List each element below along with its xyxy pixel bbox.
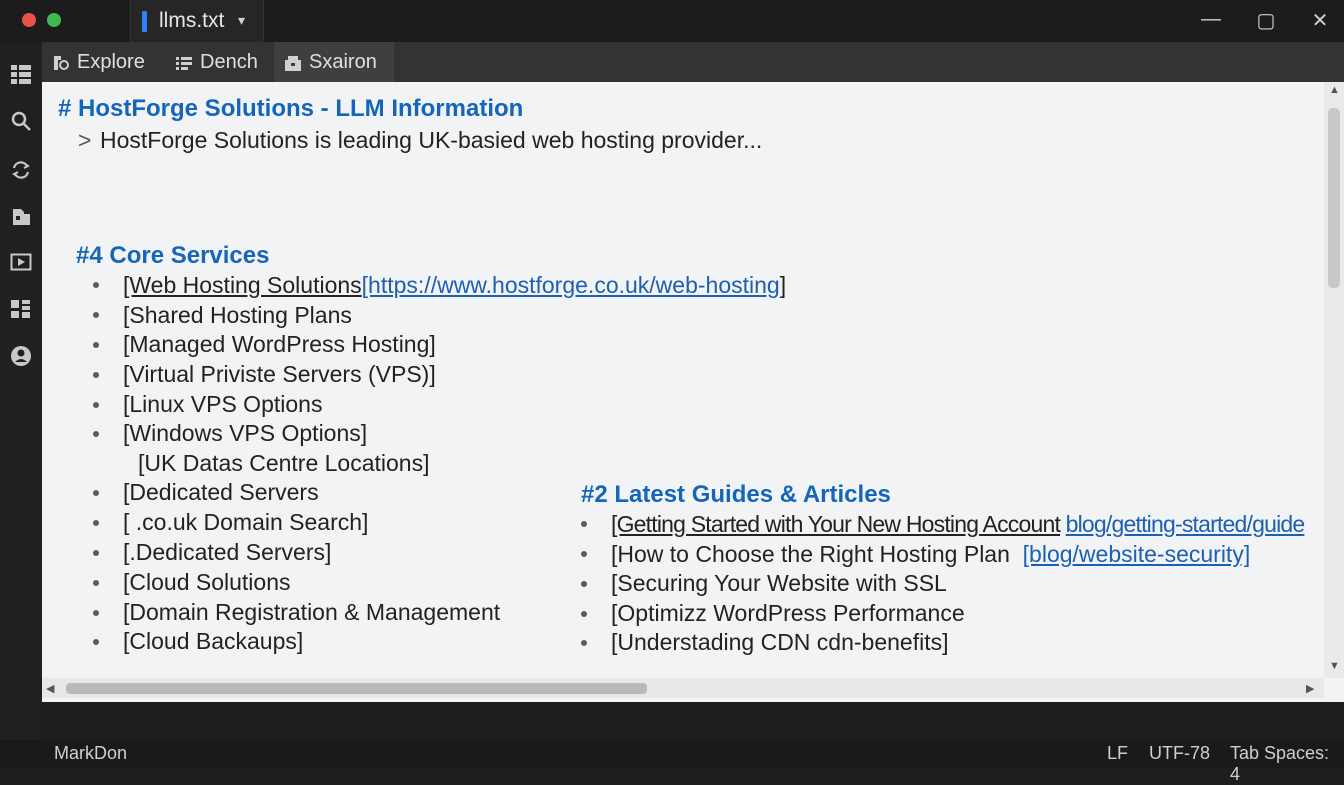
- extensions-icon[interactable]: [5, 202, 37, 230]
- tab-explore[interactable]: Explore: [42, 42, 155, 82]
- language-mode[interactable]: MarkDon: [54, 743, 127, 764]
- list-item: [.Dedicated Servers]: [123, 539, 332, 565]
- activity-bar: [0, 42, 42, 742]
- list-item: [UK Datas Centre Locations]: [138, 450, 430, 476]
- list-item: [Getting Started with Your New Hosting A…: [611, 511, 1306, 537]
- line-ending[interactable]: LF: [1107, 743, 1128, 764]
- status-bar: MarkDon LF UTF-78 Tab Spaces: 4: [0, 740, 1344, 784]
- blocks-icon[interactable]: [5, 295, 37, 323]
- list-item: [Managed WordPress Hosting]: [123, 331, 436, 357]
- guides-heading: #2 Latest Guides & Articles: [581, 481, 891, 508]
- view-tab-bar: Explore Dench Sxairon: [42, 42, 1344, 82]
- list-item: [Web Hosting Solutions[https://www.hostf…: [123, 272, 787, 298]
- tab-dench[interactable]: Dench: [165, 42, 268, 82]
- list-bullet: [581, 581, 587, 587]
- list-item: [How to Choose the Right Hosting Plan [b…: [611, 541, 1251, 567]
- minimize-icon[interactable]: —: [1196, 8, 1226, 31]
- sync-icon[interactable]: [5, 156, 37, 184]
- list-bullet: [581, 521, 587, 527]
- horizontal-scrollbar[interactable]: ◀ ▶: [42, 678, 1324, 698]
- list-bullet: [93, 372, 99, 378]
- grid-icon[interactable]: [5, 60, 37, 88]
- scroll-right-icon[interactable]: ▶: [1306, 682, 1314, 695]
- web-hosting-link[interactable]: [https://www.hostforge.co.uk/web-hosting: [362, 272, 780, 298]
- tab-label: Dench: [200, 51, 258, 73]
- core-services-heading: #4 Core Services: [76, 242, 270, 269]
- file-color-bar: [142, 11, 147, 32]
- vertical-scroll-thumb[interactable]: [1328, 108, 1340, 288]
- list-item: [Domain Registration & Management: [123, 599, 501, 625]
- list-bullet: [581, 640, 587, 646]
- blockquote-text: HostForge Solutions is leading UK-basied…: [100, 127, 763, 153]
- list-item: [Cloud Solutions: [123, 569, 291, 595]
- scroll-down-icon[interactable]: ▼: [1329, 660, 1340, 672]
- blockquote-marker: >: [78, 127, 92, 153]
- close-icon[interactable]: ✕: [1305, 8, 1335, 33]
- chevron-down-icon[interactable]: ▾: [238, 12, 245, 29]
- list-bullet: [581, 551, 587, 557]
- horizontal-scroll-thumb[interactable]: [66, 683, 647, 694]
- list-bullet: [93, 520, 99, 526]
- file-tab-name: llms.txt: [159, 9, 225, 32]
- maximize-icon[interactable]: ▢: [1251, 8, 1281, 33]
- list-bullet: [93, 490, 99, 496]
- list-item: [Shared Hosting Plans: [123, 302, 352, 328]
- box-icon: [285, 56, 301, 71]
- list-item: [Cloud Backaups]: [123, 628, 304, 654]
- getting-started-link[interactable]: blog/getting-started/guide: [1066, 511, 1306, 537]
- list-bullet: [581, 611, 587, 617]
- indentation[interactable]: Tab Spaces: 4: [1230, 743, 1344, 785]
- list-item: [Linux VPS Options: [123, 391, 323, 417]
- explore-icon: [54, 56, 69, 70]
- list-item: [Understading CDN cdn-benefits]: [611, 629, 949, 655]
- list-item: [Dedicated Servers: [123, 479, 319, 505]
- list-bullet: [93, 402, 99, 408]
- scroll-up-icon[interactable]: ▲: [1329, 84, 1340, 96]
- search-icon[interactable]: [5, 107, 37, 135]
- close-dot-icon[interactable]: [22, 13, 36, 27]
- list-item: [Securing Your Website with SSL: [611, 570, 947, 596]
- list-bullet: [93, 342, 99, 348]
- list-icon: [176, 57, 192, 70]
- zoom-dot-icon[interactable]: [47, 13, 61, 27]
- tab-label: Sxairon: [309, 51, 377, 73]
- title-bar: llms.txt ▾ — ▢ ✕: [0, 0, 1344, 42]
- list-bullet: [93, 431, 99, 437]
- list-bullet: [93, 312, 99, 318]
- encoding[interactable]: UTF-78: [1149, 743, 1210, 764]
- file-tab[interactable]: llms.txt ▾: [130, 0, 264, 42]
- list-bullet: [93, 282, 99, 288]
- markdown-editor[interactable]: # HostForge Solutions - LLM Information …: [42, 82, 1344, 702]
- list-bullet: [93, 580, 99, 586]
- document-title: # HostForge Solutions - LLM Information: [58, 95, 524, 122]
- list-item: [Optimizz WordPress Performance: [611, 600, 965, 626]
- list-bullet: [93, 610, 99, 616]
- list-item: [Windows VPS Options]: [123, 420, 368, 446]
- list-bullet: [93, 550, 99, 556]
- website-security-link[interactable]: [blog/website-security]: [1023, 541, 1251, 567]
- list-bullet: [93, 639, 99, 645]
- tab-label: Explore: [77, 51, 145, 73]
- list-item: [Virtual Priviste Servers (VPS)]: [123, 361, 436, 387]
- account-icon[interactable]: [5, 342, 37, 370]
- tab-sxairon[interactable]: Sxairon: [274, 42, 394, 82]
- scroll-left-icon[interactable]: ◀: [46, 682, 54, 695]
- list-item: [ .co.uk Domain Search]: [123, 509, 369, 535]
- run-icon[interactable]: [5, 248, 37, 276]
- vertical-scrollbar[interactable]: ▲ ▼: [1324, 82, 1344, 678]
